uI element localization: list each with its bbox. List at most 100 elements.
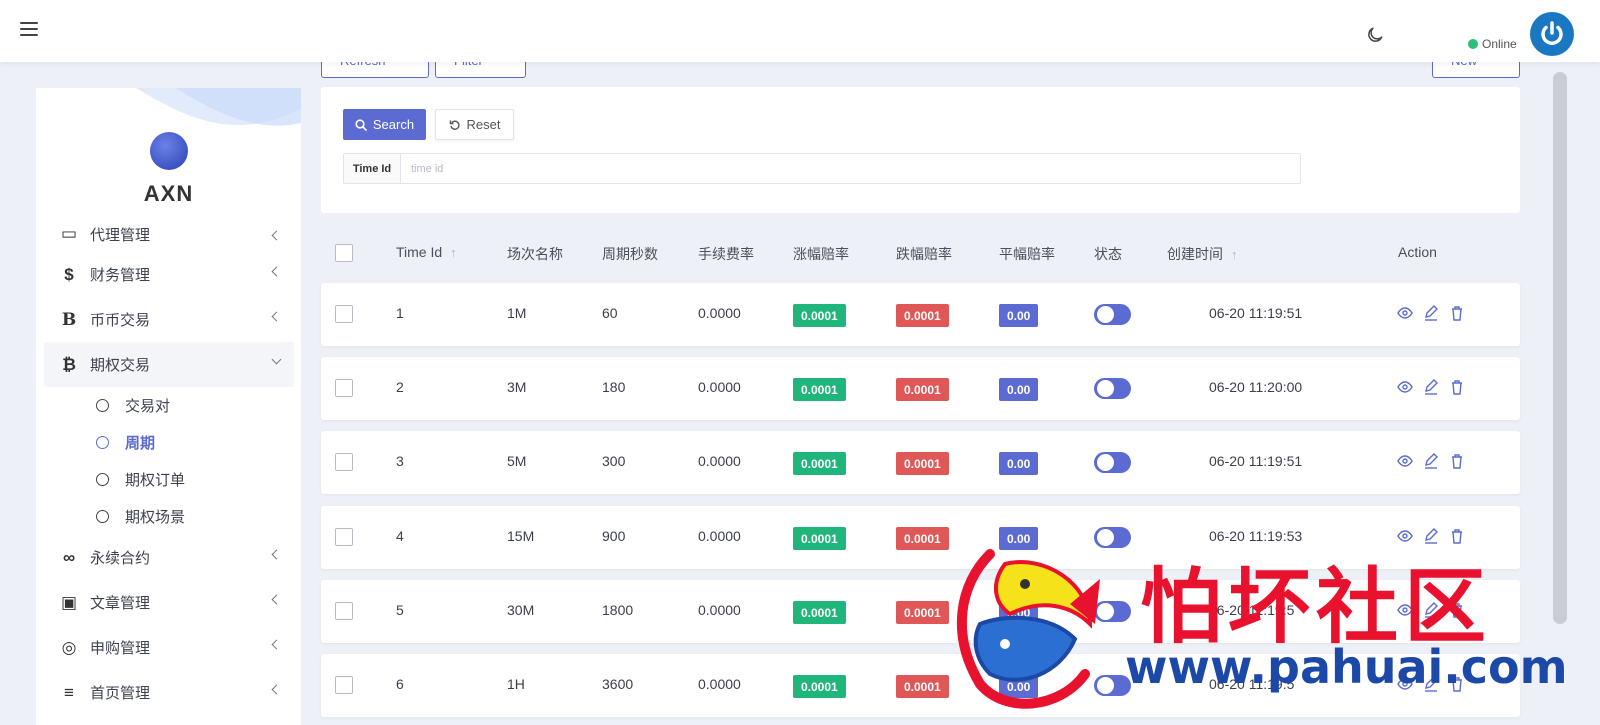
sidebar-item-articles[interactable]: ▣ 文章管理 bbox=[44, 580, 294, 625]
table-header: Time Id ↑ 场次名称 周期秒数 手续费率 涨幅赔率 跌幅赔率 平幅赔率 状… bbox=[321, 228, 1520, 276]
sort-up-arrow-icon[interactable]: ↑ bbox=[1231, 247, 1238, 262]
cell-fee: 0.0000 bbox=[698, 453, 741, 469]
sidebar-menu: ▭ 代理管理 $ 财务管理 B 币币交易 ₿ 期权交易 交易对 周期 期权订单 … bbox=[44, 216, 294, 715]
sidebar-subitem-scenes[interactable]: 期权场景 bbox=[44, 498, 294, 535]
sidebar-item-spot[interactable]: B 币币交易 bbox=[44, 297, 294, 342]
watermark: 怕坏社区 www.pahuai.com bbox=[950, 540, 1570, 720]
edit-icon[interactable] bbox=[1423, 305, 1439, 321]
cell-time-id: 1 bbox=[396, 305, 404, 321]
row-actions bbox=[1397, 305, 1465, 321]
circle-icon bbox=[96, 436, 109, 449]
flat-odds-badge: 0.00 bbox=[999, 304, 1039, 327]
row-checkbox[interactable] bbox=[335, 676, 353, 694]
bitcoin-icon: ₿ bbox=[62, 354, 76, 374]
sidebar-item-options[interactable]: ₿ 期权交易 bbox=[44, 342, 294, 387]
table-row: 1 1M 60 0.0000 0.0001 0.0001 0.00 06-20 … bbox=[321, 283, 1520, 346]
status-toggle[interactable] bbox=[1094, 452, 1131, 473]
column-header-time-id[interactable]: Time Id ↑ bbox=[396, 244, 457, 260]
cell-created: 06-20 11:19:51 bbox=[1209, 453, 1303, 469]
sidebar-item-homepage[interactable]: ≡ 首页管理 bbox=[44, 670, 294, 715]
sidebar-subitem-orders[interactable]: 期权订单 bbox=[44, 461, 294, 498]
sidebar-subitem-label: 周期 bbox=[125, 435, 156, 452]
column-header-fee: 手续费率 bbox=[698, 246, 754, 262]
row-checkbox[interactable] bbox=[335, 528, 353, 546]
cell-created: 06-20 11:19:51 bbox=[1209, 305, 1303, 321]
down-odds-badge: 0.0001 bbox=[896, 527, 949, 550]
time-id-input[interactable] bbox=[401, 154, 1300, 183]
cell-fee: 0.0000 bbox=[698, 528, 741, 544]
column-header-down-odds: 跌幅赔率 bbox=[896, 246, 952, 262]
chevron-left-icon bbox=[271, 639, 282, 650]
reset-button[interactable]: Reset bbox=[435, 109, 514, 140]
chevron-left-icon bbox=[271, 549, 282, 560]
eye-icon[interactable] bbox=[1397, 379, 1413, 395]
sidebar-item-agent[interactable]: ▭ 代理管理 bbox=[44, 216, 294, 252]
sidebar-item-label: 代理管理 bbox=[90, 226, 151, 244]
sidebar-item-perpetual[interactable]: ∞ 永续合约 bbox=[44, 535, 294, 580]
row-actions bbox=[1397, 379, 1465, 395]
sidebar-subitem-pairs[interactable]: 交易对 bbox=[44, 387, 294, 424]
sidebar-item-label: 申购管理 bbox=[90, 640, 151, 657]
hamburger-menu-icon[interactable] bbox=[20, 22, 38, 36]
cell-created: 06-20 11:20:00 bbox=[1209, 379, 1303, 395]
row-checkbox[interactable] bbox=[335, 305, 353, 323]
user-avatar[interactable] bbox=[1530, 12, 1574, 56]
sidebar-item-finance[interactable]: $ 财务管理 bbox=[44, 252, 294, 297]
edit-icon[interactable] bbox=[1423, 379, 1439, 395]
link-icon: ∞ bbox=[62, 547, 76, 567]
online-label: Online bbox=[1482, 37, 1517, 51]
time-id-label: Time Id bbox=[344, 154, 401, 183]
status-toggle[interactable] bbox=[1094, 304, 1131, 325]
trash-icon[interactable] bbox=[1449, 379, 1465, 395]
online-dot-icon bbox=[1468, 39, 1478, 49]
sidebar-subitem-label: 期权场景 bbox=[125, 509, 186, 526]
chevron-left-icon bbox=[271, 230, 282, 241]
eye-icon[interactable] bbox=[1397, 305, 1413, 321]
column-header-label: 创建时间 bbox=[1167, 246, 1223, 262]
row-checkbox[interactable] bbox=[335, 453, 353, 471]
flat-odds-badge: 0.00 bbox=[999, 378, 1039, 401]
trash-icon[interactable] bbox=[1449, 453, 1465, 469]
trash-icon[interactable] bbox=[1449, 305, 1465, 321]
up-odds-badge: 0.0001 bbox=[793, 452, 846, 475]
dollar-icon: $ bbox=[64, 264, 74, 284]
chevron-left-icon bbox=[271, 311, 282, 322]
cell-seconds: 60 bbox=[602, 305, 618, 321]
row-checkbox[interactable] bbox=[335, 379, 353, 397]
cell-seconds: 180 bbox=[602, 379, 626, 395]
table-row: 3 5M 300 0.0000 0.0001 0.0001 0.00 06-20… bbox=[321, 431, 1520, 494]
column-header-seconds: 周期秒数 bbox=[602, 246, 658, 262]
up-odds-badge: 0.0001 bbox=[793, 675, 846, 698]
sidebar-item-label: 永续合约 bbox=[90, 550, 151, 567]
status-toggle[interactable] bbox=[1094, 378, 1131, 399]
online-status: Online bbox=[1468, 37, 1517, 51]
column-header-name: 场次名称 bbox=[507, 246, 563, 262]
brand-name: AXN bbox=[143, 181, 194, 206]
sidebar-subitem-period[interactable]: 周期 bbox=[44, 424, 294, 461]
chevron-left-icon bbox=[271, 594, 282, 605]
select-all-checkbox[interactable] bbox=[335, 244, 353, 262]
dark-mode-moon-icon[interactable] bbox=[1365, 25, 1385, 45]
edit-icon[interactable] bbox=[1423, 453, 1439, 469]
sidebar-subitem-label: 交易对 bbox=[125, 398, 171, 415]
down-odds-badge: 0.0001 bbox=[896, 675, 949, 698]
toggle-knob bbox=[1097, 306, 1114, 323]
search-button[interactable]: Search bbox=[343, 109, 426, 140]
fish-logo-icon bbox=[956, 549, 1100, 709]
sidebar-item-subscription[interactable]: ◎ 申购管理 bbox=[44, 625, 294, 670]
column-header-label: Time Id bbox=[396, 244, 443, 260]
eye-icon[interactable] bbox=[1397, 453, 1413, 469]
sidebar-subitem-label: 期权订单 bbox=[125, 472, 186, 489]
circle-icon bbox=[96, 473, 109, 486]
cell-fee: 0.0000 bbox=[698, 305, 741, 321]
lifebuoy-icon: ◎ bbox=[61, 637, 77, 657]
cell-name: 1M bbox=[507, 305, 527, 321]
cell-fee: 0.0000 bbox=[698, 379, 741, 395]
sort-up-arrow-icon[interactable]: ↑ bbox=[450, 245, 457, 260]
row-checkbox[interactable] bbox=[335, 602, 353, 620]
cell-fee: 0.0000 bbox=[698, 676, 741, 692]
column-header-created[interactable]: 创建时间 ↑ bbox=[1167, 244, 1238, 264]
undo-icon bbox=[449, 120, 460, 130]
up-odds-badge: 0.0001 bbox=[793, 304, 846, 327]
down-odds-badge: 0.0001 bbox=[896, 601, 949, 624]
